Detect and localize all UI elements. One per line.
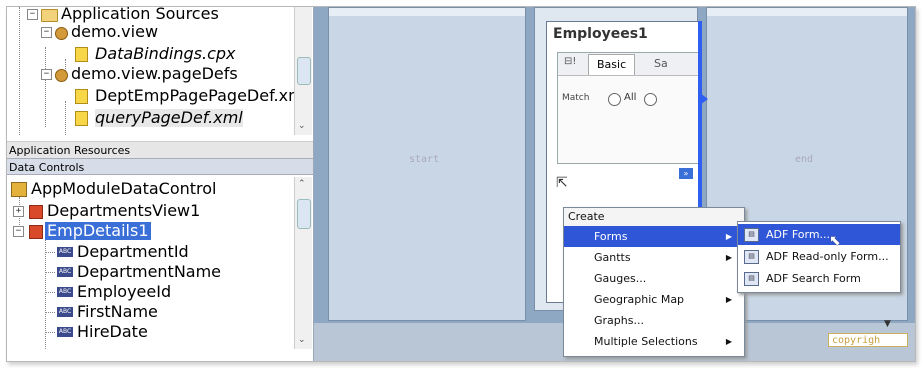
cpx-file-icon: [75, 47, 88, 62]
collapse-toggle-icon[interactable]: −: [13, 226, 24, 237]
data-control-icon: [11, 182, 27, 197]
tab-icon: ⊟!: [564, 56, 577, 67]
radio-all[interactable]: [608, 93, 621, 106]
menu-header: Create: [564, 208, 744, 227]
forms-submenu: ▤ ADF Form... ▤ ADF Read-only Form... ▤ …: [737, 221, 901, 293]
radio-any[interactable]: [644, 93, 657, 106]
copyright-watermark: copyrigh: [828, 333, 908, 347]
panel-title: Employees1: [553, 26, 648, 42]
submenu-arrow-icon: ▶: [725, 232, 732, 241]
menu-item-forms[interactable]: Forms ▶: [564, 226, 744, 247]
data-controls-scrollbar[interactable]: ⌃ ⌄: [294, 177, 312, 349]
match-label: Match: [562, 93, 590, 103]
chevron-down-icon[interactable]: ▼: [884, 319, 891, 329]
drag-cursor-icon: ⇱: [556, 175, 568, 191]
screenshot-frame: − Application Sources − demo.view DataBi…: [6, 6, 916, 362]
navigator-pane: − Application Sources − demo.view DataBi…: [7, 7, 314, 361]
chevron-down-icon[interactable]: ⌄: [298, 335, 306, 345]
menu-item-adf-search-form[interactable]: ▤ ADF Search Form: [738, 268, 900, 289]
submenu-arrow-icon: ▶: [725, 337, 732, 346]
drop-indicator-icon: [700, 93, 708, 105]
menu-item-multiple-selections[interactable]: Multiple Selections ▶: [564, 331, 744, 352]
package-icon: [55, 69, 68, 82]
collapse-toggle-icon[interactable]: −: [41, 69, 52, 80]
menu-item-geographic-map[interactable]: Geographic Map ▶: [564, 289, 744, 310]
menu-item-adf-form[interactable]: ▤ ADF Form...: [738, 224, 900, 245]
attribute-icon: ABC: [57, 307, 73, 317]
menu-item-graphs[interactable]: Graphs...: [564, 310, 744, 331]
collection-icon: [29, 225, 43, 239]
tab-basic[interactable]: Basic: [588, 54, 636, 75]
expand-toggle-icon[interactable]: +: [13, 206, 24, 217]
section-application-resources[interactable]: Application Resources: [7, 141, 313, 158]
read-only-form-icon: ▤: [744, 250, 759, 264]
collapse-toggle-icon[interactable]: −: [41, 27, 52, 38]
mouse-pointer-icon: ⬉: [829, 233, 841, 249]
query-region: ⊟! Basic Sa Match All: [557, 52, 699, 164]
submenu-arrow-icon: ▶: [725, 295, 732, 304]
search-form-icon: ▤: [744, 272, 759, 286]
chevron-up-icon[interactable]: ⌃: [298, 179, 306, 189]
xml-file-icon: [75, 89, 88, 104]
facet-start[interactable]: start: [328, 7, 526, 321]
create-context-menu: Create Forms ▶ Gantts ▶ Gauges... Geogra…: [563, 207, 745, 357]
collapse-toggle-icon[interactable]: −: [27, 9, 38, 20]
section-data-controls[interactable]: Data Controls: [7, 158, 313, 175]
tab-bar: ⊟! Basic Sa: [558, 53, 698, 76]
tab-saved[interactable]: Sa: [654, 57, 668, 70]
collection-icon: [29, 205, 43, 219]
package-icon: [55, 27, 68, 40]
folder-icon: [41, 9, 58, 22]
form-icon: ▤: [744, 228, 759, 242]
menu-item-gauges[interactable]: Gauges...: [564, 268, 744, 289]
xml-file-icon: [75, 111, 88, 126]
chevron-down-icon[interactable]: ⌄: [298, 121, 306, 131]
attribute-icon: ABC: [57, 267, 73, 277]
menu-item-adf-read-only-form[interactable]: ▤ ADF Read-only Form...: [738, 246, 900, 267]
menu-item-gantts[interactable]: Gantts ▶: [564, 247, 744, 268]
scrollbar-thumb[interactable]: [297, 57, 311, 85]
scrollbar-thumb[interactable]: [297, 199, 311, 229]
expand-icon[interactable]: »: [679, 168, 693, 179]
radio-all-label: All: [624, 92, 637, 103]
attribute-icon: ABC: [57, 287, 73, 297]
submenu-arrow-icon: ▶: [725, 253, 732, 262]
attribute-icon: ABC: [57, 327, 73, 337]
attribute-icon: ABC: [57, 247, 73, 257]
sources-scrollbar[interactable]: ⌄: [294, 7, 312, 135]
